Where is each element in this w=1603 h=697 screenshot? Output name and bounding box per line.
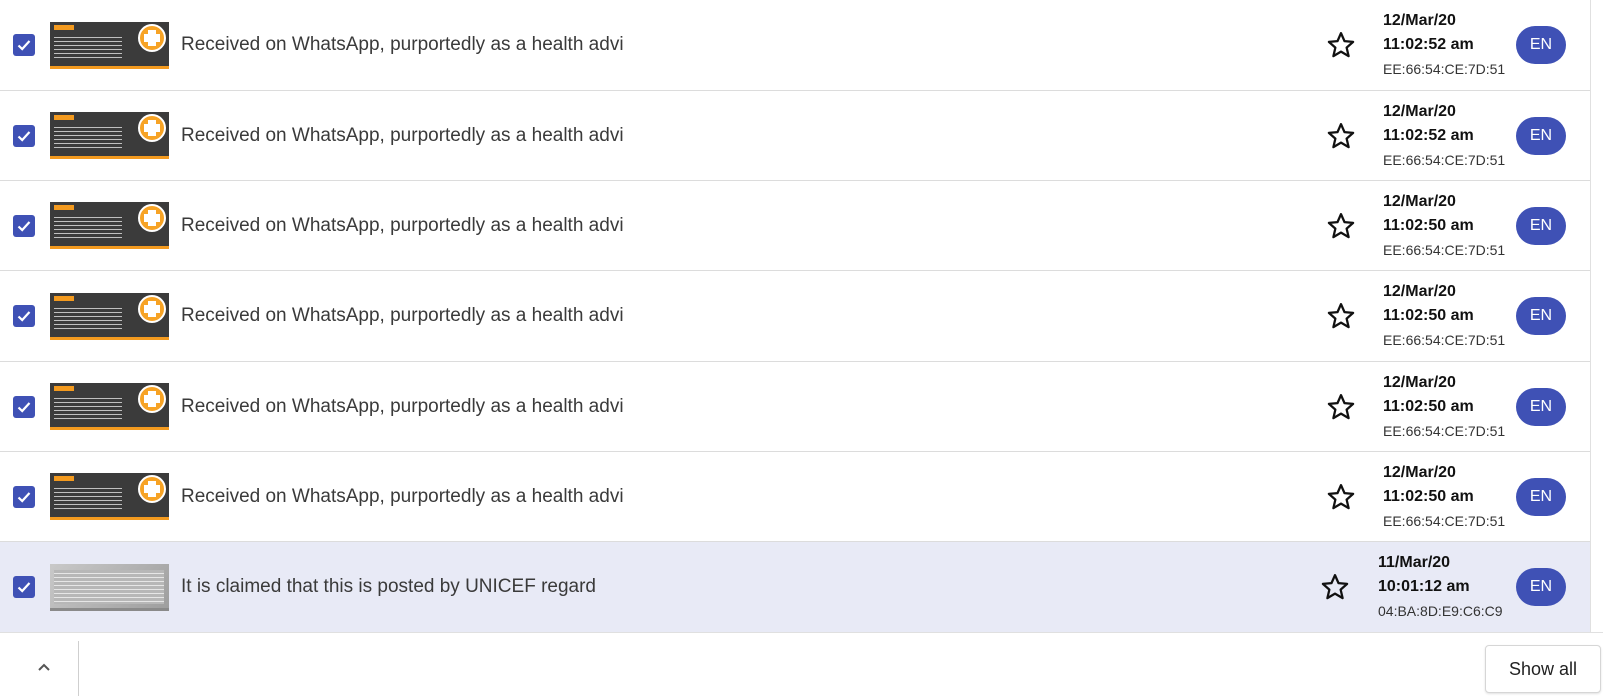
item-meta: 12/Mar/20 11:02:50 am EE:66:54:CE:7D:51 [1383, 190, 1506, 262]
item-device-id: EE:66:54:CE:7D:51 [1383, 422, 1506, 439]
language-badge[interactable]: EN [1516, 387, 1566, 426]
item-title[interactable]: Received on WhatsApp, purportedly as a h… [181, 125, 624, 147]
item-meta: 12/Mar/20 11:02:50 am EE:66:54:CE:7D:51 [1383, 461, 1506, 533]
item-time: 10:01:12 am [1378, 578, 1470, 595]
star-icon[interactable] [1326, 30, 1356, 60]
item-device-id: EE:66:54:CE:7D:51 [1383, 332, 1506, 348]
item-time: 11:02:52 am [1383, 36, 1474, 53]
item-checkbox[interactable] [13, 576, 35, 598]
item-thumbnail[interactable] [50, 202, 169, 249]
item-thumbnail[interactable] [50, 473, 169, 520]
checkmark-icon [17, 311, 31, 322]
item-thumbnail[interactable] [50, 383, 169, 430]
checkmark-icon [17, 491, 31, 503]
item-thumbnail[interactable] [50, 21, 169, 69]
item-checkbox[interactable] [13, 214, 35, 237]
item-date: 12/Mar/20 [1383, 102, 1456, 120]
item-meta: 12/Mar/20 11:02:52 am EE:66:54:CE:7D:51 [1383, 100, 1506, 172]
item-meta: 12/Mar/20 11:02:50 am EE:66:54:CE:7D:51 [1383, 280, 1506, 352]
item-meta: 11/Mar/20 10:01:12 am 04:BA:8D:E9:C6:C9 [1378, 551, 1503, 623]
item-time: 11:02:50 am [1383, 216, 1474, 234]
list-item[interactable]: Received on WhatsApp, purportedly as a h… [0, 362, 1590, 452]
checkmark-icon [17, 401, 31, 413]
item-thumbnail[interactable] [50, 112, 169, 159]
item-device-id: EE:66:54:CE:7D:51 [1383, 512, 1506, 529]
item-title[interactable]: Received on WhatsApp, purportedly as a h… [181, 215, 624, 237]
checkmark-icon [17, 40, 31, 51]
star-icon[interactable] [1326, 392, 1356, 422]
list-scroll-edge [1590, 0, 1591, 632]
list-item[interactable]: Received on WhatsApp, purportedly as a h… [0, 271, 1590, 362]
item-title[interactable]: Received on WhatsApp, purportedly as a h… [181, 34, 624, 56]
item-date: 12/Mar/20 [1383, 283, 1456, 300]
language-badge[interactable]: EN [1516, 477, 1566, 516]
language-badge[interactable]: EN [1516, 26, 1566, 64]
item-checkbox[interactable] [13, 124, 35, 147]
item-time: 11:02:50 am [1383, 487, 1474, 505]
star-icon[interactable] [1326, 482, 1356, 512]
star-icon[interactable] [1326, 301, 1356, 331]
star-icon[interactable] [1326, 211, 1356, 241]
message-list: Received on WhatsApp, purportedly as a h… [0, 0, 1590, 632]
item-meta: 12/Mar/20 11:02:50 am EE:66:54:CE:7D:51 [1383, 371, 1506, 443]
item-title[interactable]: Received on WhatsApp, purportedly as a h… [181, 486, 624, 508]
collapse-button[interactable] [30, 653, 58, 681]
language-badge[interactable]: EN [1516, 297, 1566, 335]
item-date: 12/Mar/20 [1383, 463, 1456, 481]
item-checkbox[interactable] [13, 34, 35, 56]
checkmark-icon [17, 582, 31, 593]
star-icon[interactable] [1326, 121, 1356, 151]
footer-bar: Show all [0, 632, 1603, 697]
item-checkbox[interactable] [13, 395, 35, 418]
item-date: 11/Mar/20 [1378, 554, 1451, 571]
footer-divider [78, 641, 79, 696]
checkmark-icon [17, 130, 31, 142]
language-badge[interactable]: EN [1516, 116, 1566, 155]
item-title[interactable]: Received on WhatsApp, purportedly as a h… [181, 305, 624, 327]
item-device-id: EE:66:54:CE:7D:51 [1383, 241, 1506, 258]
item-date: 12/Mar/20 [1383, 192, 1456, 210]
item-device-id: EE:66:54:CE:7D:51 [1383, 61, 1506, 77]
item-device-id: EE:66:54:CE:7D:51 [1383, 151, 1506, 168]
show-all-button[interactable]: Show all [1485, 645, 1601, 693]
item-time: 11:02:50 am [1383, 307, 1474, 324]
item-date: 12/Mar/20 [1383, 12, 1456, 29]
chevron-up-icon [38, 663, 50, 671]
item-thumbnail[interactable] [50, 292, 169, 340]
item-time: 11:02:52 am [1383, 126, 1474, 144]
list-item[interactable]: Received on WhatsApp, purportedly as a h… [0, 91, 1590, 181]
checkmark-icon [17, 220, 31, 232]
item-title[interactable]: It is claimed that this is posted by UNI… [181, 576, 596, 598]
item-checkbox[interactable] [13, 485, 35, 508]
item-device-id: 04:BA:8D:E9:C6:C9 [1378, 603, 1503, 619]
item-date: 12/Mar/20 [1383, 373, 1456, 391]
star-icon[interactable] [1320, 572, 1350, 602]
list-item[interactable]: Received on WhatsApp, purportedly as a h… [0, 0, 1590, 91]
item-thumbnail[interactable] [50, 563, 169, 611]
item-meta: 12/Mar/20 11:02:52 am EE:66:54:CE:7D:51 [1383, 9, 1506, 81]
list-item[interactable]: It is claimed that this is posted by UNI… [0, 542, 1590, 632]
list-item[interactable]: Received on WhatsApp, purportedly as a h… [0, 452, 1590, 542]
list-item[interactable]: Received on WhatsApp, purportedly as a h… [0, 181, 1590, 271]
language-badge[interactable]: EN [1516, 206, 1566, 245]
item-time: 11:02:50 am [1383, 397, 1474, 415]
item-title[interactable]: Received on WhatsApp, purportedly as a h… [181, 396, 624, 418]
language-badge[interactable]: EN [1516, 568, 1566, 606]
item-checkbox[interactable] [13, 305, 35, 327]
